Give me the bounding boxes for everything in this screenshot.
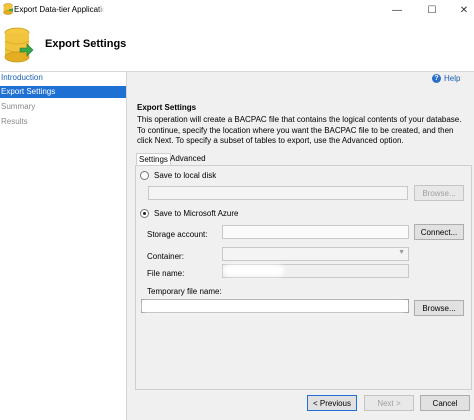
save-azure-radio[interactable]: Save to Microsoft Azure bbox=[140, 209, 238, 218]
redacted-file-name bbox=[224, 265, 284, 276]
minimize-button[interactable]: — bbox=[384, 2, 410, 18]
storage-account-input bbox=[222, 225, 409, 239]
tab-advanced[interactable]: Advanced bbox=[168, 153, 208, 165]
help-icon: ? bbox=[432, 73, 441, 83]
close-button[interactable]: ✕ bbox=[451, 2, 474, 18]
main-panel: ? Help Export Settings This operation wi… bbox=[127, 72, 474, 420]
radio-unchecked-icon bbox=[140, 171, 149, 180]
help-link[interactable]: ? Help bbox=[432, 72, 460, 84]
browse-local-button: Browse... bbox=[414, 185, 464, 201]
description-text: This operation will create a BACPAC file… bbox=[137, 115, 462, 145]
maximize-icon: ☐ bbox=[427, 4, 437, 16]
close-icon: ✕ bbox=[459, 4, 469, 16]
radio-checked-icon bbox=[140, 209, 149, 218]
database-app-icon bbox=[3, 3, 13, 15]
container-select: ▼ bbox=[222, 247, 409, 261]
previous-button[interactable]: < Previous bbox=[307, 395, 357, 411]
window-title: Export Data-tier Application bbox=[14, 5, 111, 14]
save-local-label: Save to local disk bbox=[154, 171, 217, 180]
next-button: Next > bbox=[364, 395, 414, 411]
local-path-input bbox=[148, 186, 408, 200]
redacted-temporary-file-name bbox=[142, 301, 407, 312]
save-local-radio[interactable]: Save to local disk bbox=[140, 171, 216, 180]
browse-temp-button[interactable]: Browse... bbox=[414, 300, 464, 316]
minimize-icon: — bbox=[392, 4, 402, 16]
temporary-file-name-label: Temporary file name: bbox=[147, 287, 222, 296]
storage-account-label: Storage account: bbox=[147, 230, 208, 239]
wizard-nav: Introduction Export Settings Summary Res… bbox=[0, 72, 126, 420]
help-label: Help bbox=[444, 73, 461, 83]
nav-item-introduction[interactable]: Introduction bbox=[0, 72, 126, 84]
section-title: Export Settings bbox=[137, 103, 197, 112]
nav-item-export-settings[interactable]: Export Settings bbox=[0, 86, 126, 98]
nav-item-summary: Summary bbox=[1, 102, 36, 111]
chevron-down-icon: ▼ bbox=[398, 249, 405, 256]
container-label: Container: bbox=[147, 252, 184, 261]
nav-item-results: Results bbox=[1, 117, 28, 126]
wizard-header: Export Settings bbox=[0, 20, 474, 72]
cancel-button[interactable]: Cancel bbox=[420, 395, 470, 411]
redacted-title bbox=[104, 3, 142, 16]
maximize-button[interactable]: ☐ bbox=[419, 2, 445, 18]
connect-button[interactable]: Connect... bbox=[414, 224, 464, 240]
title-bar: Export Data-tier Application — ☐ ✕ bbox=[0, 0, 474, 20]
database-export-icon bbox=[4, 27, 34, 63]
file-name-label: File name: bbox=[147, 269, 185, 278]
save-azure-label: Save to Microsoft Azure bbox=[154, 209, 239, 218]
page-title: Export Settings bbox=[45, 38, 127, 50]
